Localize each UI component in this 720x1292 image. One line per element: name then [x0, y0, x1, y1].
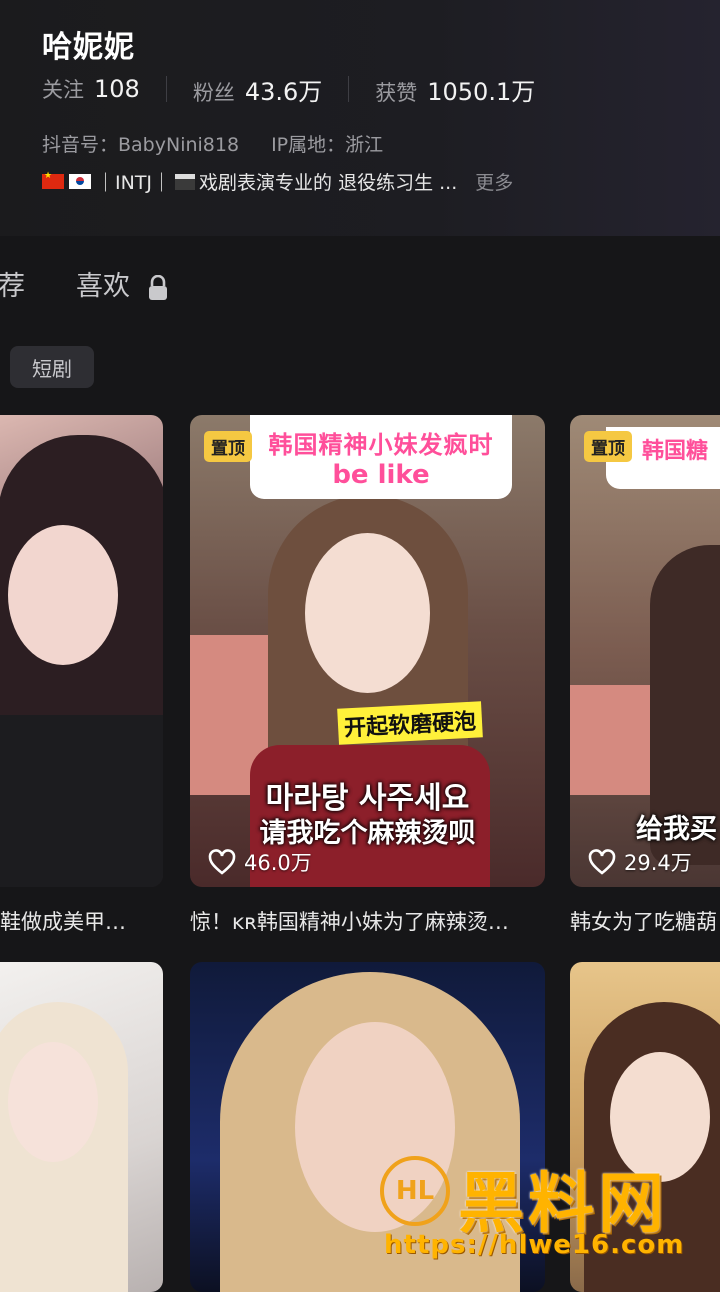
video-card-2[interactable]: 韩国精神小妹发疯时 be like 置顶 开起软磨硬泡 마라탕 사주세요 请我吃…: [190, 415, 545, 887]
video-card-1[interactable]: [0, 415, 163, 887]
fans-label: 粉丝: [192, 80, 235, 105]
bio-text-1: ｜INTJ｜: [96, 172, 172, 194]
video-caption-1[interactable]: 鞋做成美甲…: [0, 906, 160, 936]
banner-line-1: 韩国糖: [642, 439, 709, 464]
video-banner: 韩国精神小妹发疯时 be like: [250, 415, 512, 499]
pinned-badge: 置顶: [584, 431, 632, 462]
video-card-3[interactable]: 韩国糖 b 置顶 给我买 29.4万: [570, 415, 720, 887]
ip-location: IP属地：浙江: [271, 134, 384, 156]
banner-line-2: be like: [332, 460, 430, 490]
video-subtitle: 给我买: [636, 814, 717, 845]
following-count: 108: [94, 75, 140, 103]
following-stat[interactable]: 关注 108: [42, 74, 140, 104]
tab-recommend[interactable]: 荐: [0, 264, 25, 303]
fans-stat[interactable]: 粉丝 43.6万: [193, 72, 322, 107]
video-card-4[interactable]: [0, 962, 163, 1292]
thumbnail-face: [305, 533, 430, 693]
video-likes: 29.4万: [588, 847, 692, 877]
site-watermark: HL 黑料网 https://hlwe16.com: [380, 1150, 710, 1270]
watermark-url: https://hlwe16.com: [384, 1230, 685, 1260]
douyin-id[interactable]: 抖音号：BabyNini818: [42, 130, 239, 157]
thumbnail-drawers: [570, 685, 660, 795]
profile-name: 哈妮妮: [42, 30, 135, 65]
bio-more-link[interactable]: 更多: [475, 168, 513, 195]
watermark-logo-icon: HL: [380, 1156, 450, 1226]
bio-text-2: 戏剧表演专业的 退役练习生 ...: [199, 172, 458, 194]
stat-divider: [348, 76, 350, 102]
video-likes-count: 46.0万: [244, 851, 312, 875]
video-likes: 46.0万: [208, 847, 312, 877]
banner-line-1: 韩国精神小妹发疯时: [268, 431, 494, 459]
stat-divider: [165, 76, 167, 102]
heart-icon: [588, 849, 616, 875]
lock-icon: [148, 274, 167, 300]
pinned-badge: 置顶: [204, 431, 252, 462]
profile-bio[interactable]: ｜INTJ｜ 戏剧表演专业的 退役练习生 ... 更多: [42, 168, 513, 195]
thumbnail-jacket: [0, 715, 163, 887]
likes-count: 1050.1万: [427, 77, 536, 106]
video-likes-count: 29.4万: [624, 851, 692, 875]
fans-count: 43.6万: [244, 77, 323, 106]
thumbnail-face: [8, 1042, 98, 1162]
china-flag-icon: [42, 171, 64, 189]
video-caption-3[interactable]: 韩女为了吃糖葫: [570, 906, 720, 936]
tab-liked[interactable]: 喜欢: [76, 264, 169, 303]
likes-label: 获赞: [375, 80, 418, 105]
korea-flag-icon: [69, 174, 91, 189]
thumbnail-face: [8, 525, 118, 665]
tab-liked-label: 喜欢: [76, 271, 130, 302]
clapperboard-icon: [175, 173, 196, 190]
video-subtitle-3: 请我吃个麻辣烫呗: [259, 818, 476, 849]
following-label: 关注: [42, 78, 84, 102]
filter-chip-short-drama[interactable]: 短剧: [10, 346, 94, 388]
heart-icon: [208, 849, 236, 875]
profile-meta: 抖音号：BabyNini818 IP属地：浙江: [42, 130, 383, 157]
video-subtitle-1: 开起软磨硬泡: [337, 701, 483, 745]
profile-stats: 关注 108 粉丝 43.6万 获赞 1050.1万: [42, 72, 535, 106]
likes-stat[interactable]: 获赞 1050.1万: [375, 72, 535, 107]
video-caption-2[interactable]: 惊！ᴋʀ韩国精神小妹为了麻辣烫…: [190, 906, 545, 936]
